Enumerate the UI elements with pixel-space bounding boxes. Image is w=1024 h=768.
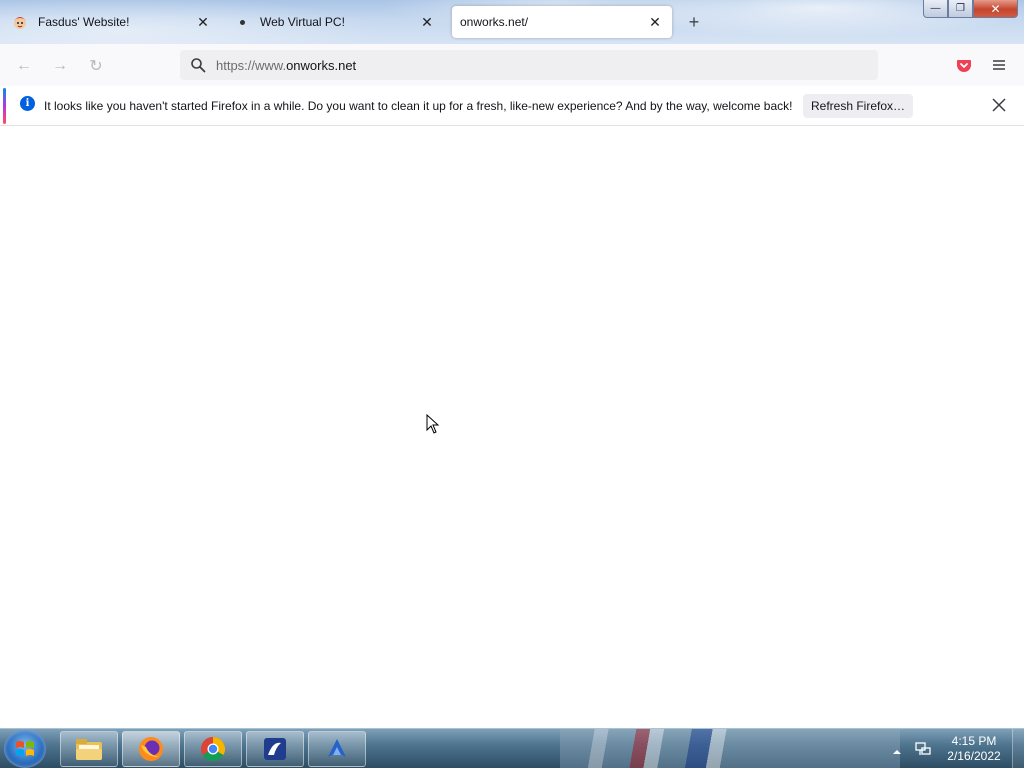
search-icon	[190, 57, 206, 73]
blue-app-icon	[328, 739, 346, 757]
close-window-button[interactable]: ✕	[973, 0, 1018, 18]
navigation-toolbar: ← → ↻ https://www. onworks.net	[0, 44, 1024, 86]
tab-web-virtual-pc[interactable]: Web Virtual PC! ✕	[226, 6, 444, 38]
reload-button[interactable]: ↻	[85, 55, 107, 77]
window-controls: — ❐ ✕	[923, 0, 1018, 18]
folder-icon	[76, 739, 102, 760]
tab-close-icon[interactable]: ✕	[194, 13, 212, 31]
taskbar-explorer-button[interactable]	[60, 731, 118, 767]
clock-date: 2/16/2022	[947, 749, 1001, 763]
blue-app-icon	[264, 738, 286, 760]
taskbar-firefox-button[interactable]	[122, 731, 180, 767]
tab-title: onworks.net/	[460, 15, 529, 29]
windows-taskbar: 4:15 PM 2/16/2022	[0, 728, 1024, 768]
pocket-icon[interactable]	[956, 57, 972, 73]
url-host: onworks.net	[286, 57, 357, 73]
tab-title: Web Virtual PC!	[260, 15, 345, 29]
refresh-firefox-button[interactable]: Refresh Firefox…	[803, 94, 913, 118]
dot-icon	[234, 14, 250, 30]
hamburger-menu-icon[interactable]	[990, 56, 1008, 74]
windows-logo-icon	[16, 741, 34, 756]
taskbar-chrome-button[interactable]	[184, 731, 242, 767]
back-button[interactable]: ←	[13, 55, 35, 77]
refresh-firefox-notification: i It looks like you haven't started Fire…	[0, 86, 1024, 126]
page-content[interactable]	[0, 127, 1024, 728]
start-button[interactable]	[4, 730, 46, 768]
tab-close-icon[interactable]: ✕	[418, 13, 436, 31]
taskbar-clock[interactable]: 4:15 PM 2/16/2022	[940, 734, 1008, 764]
address-bar[interactable]: https://www. onworks.net	[180, 50, 878, 80]
network-icon[interactable]	[914, 740, 932, 758]
info-icon: i	[20, 96, 35, 111]
notification-message: It looks like you haven't started Firefo…	[44, 99, 793, 113]
taskbar-app-button[interactable]	[246, 731, 304, 767]
tab-fasdus-website[interactable]: Fasdus' Website! ✕	[4, 6, 220, 38]
show-hidden-icons-icon[interactable]	[892, 744, 902, 754]
cartoon-face-icon	[12, 14, 28, 30]
new-tab-button[interactable]: +	[684, 12, 704, 32]
chrome-icon	[200, 737, 226, 762]
taskbar-wallpaper	[560, 729, 900, 768]
forward-button[interactable]: →	[49, 55, 71, 77]
restore-button[interactable]: ❐	[948, 0, 973, 18]
mouse-cursor-icon	[426, 413, 440, 434]
notification-accent	[3, 88, 6, 124]
url-scheme: https://www.	[216, 57, 287, 73]
taskbar-app-button[interactable]	[308, 731, 366, 767]
clock-time: 4:15 PM	[951, 734, 997, 748]
minimize-button[interactable]: —	[923, 0, 948, 18]
title-bar: Fasdus' Website! ✕ Web Virtual PC! ✕ onw…	[0, 0, 1024, 44]
tab-onworks-active[interactable]: onworks.net/ ✕	[452, 6, 672, 38]
tab-title: Fasdus' Website!	[38, 15, 130, 29]
firefox-icon	[139, 737, 163, 761]
show-desktop-button[interactable]	[1012, 729, 1024, 768]
tab-close-icon[interactable]: ✕	[646, 13, 664, 31]
close-icon[interactable]	[990, 96, 1008, 114]
